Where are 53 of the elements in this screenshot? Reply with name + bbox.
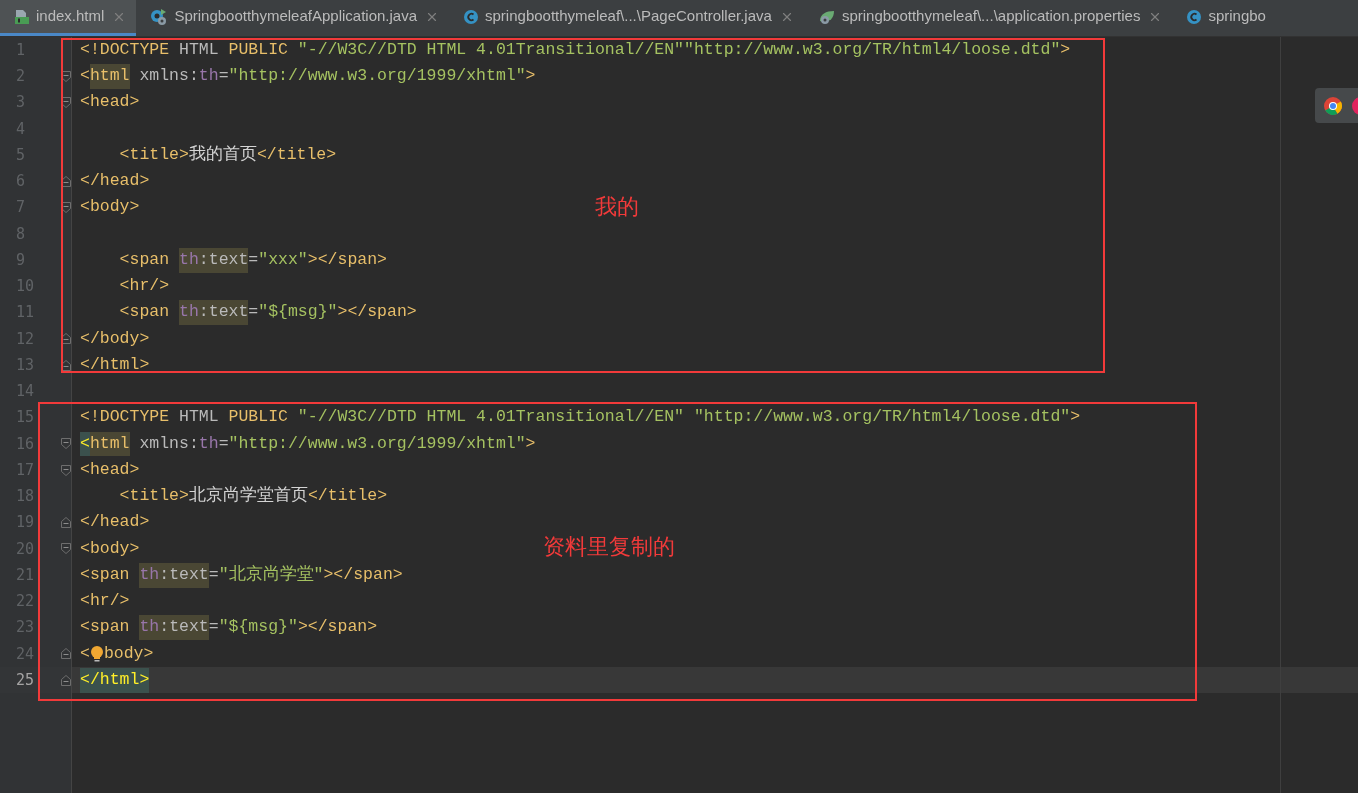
code-line: <span th:text="${msg}"></span> xyxy=(80,615,378,640)
tab-label: index.html xyxy=(36,6,105,27)
code-line: </body> xyxy=(80,327,150,350)
code-line: <head> xyxy=(80,458,140,481)
fold-icon[interactable] xyxy=(61,517,71,529)
annotation-label: 资料里复制的 xyxy=(543,533,675,561)
tab-label: springbootthymeleaf\...\application.properties xyxy=(841,6,1141,27)
class-gear-icon xyxy=(150,7,169,26)
file-tab[interactable]: springbo xyxy=(1172,0,1276,36)
file-tab[interactable]: springbootthymeleaf\...\PageController.java xyxy=(449,0,804,36)
tab-label: springbootthymeleaf\...\PageController.java xyxy=(485,6,772,27)
file-tab[interactable]: index.html xyxy=(0,0,137,36)
fold-icon[interactable] xyxy=(61,359,71,371)
code-line: < body> xyxy=(80,642,154,665)
code-line: <span th:text="北京尚学堂"></span> xyxy=(80,562,403,588)
code-line: </head> xyxy=(80,511,150,534)
code-line: <body> xyxy=(80,537,140,560)
html-file-icon xyxy=(14,8,30,25)
line-number: 25 xyxy=(15,669,36,691)
fold-icon[interactable] xyxy=(61,333,71,345)
fold-icon[interactable] xyxy=(61,175,71,187)
code-line: <html xmlns:th="http://www.w3.org/1999/xhtml"> xyxy=(80,64,536,89)
lightbulb-icon[interactable] xyxy=(89,644,104,663)
class-icon xyxy=(463,8,480,25)
code-line: <!DOCTYPE HTML PUBLIC "-//W3C//DTD HTML 4.01Transitional//EN""http://www.w3.org/TR/html4/loose.dtd"> xyxy=(80,38,1071,61)
code-line: </head> xyxy=(80,170,150,192)
browser-icon[interactable] xyxy=(1324,96,1342,115)
fold-icon[interactable] xyxy=(61,70,71,82)
code-line: <span th:text="${msg}"></span> xyxy=(80,300,417,325)
fold-icon[interactable] xyxy=(61,648,71,660)
fold-icon[interactable] xyxy=(61,97,71,109)
fold-icon[interactable] xyxy=(61,464,71,476)
fold-icon[interactable] xyxy=(61,674,71,686)
code-line: <title>北京尚学堂首页</title> xyxy=(118,485,388,507)
tab-label: springbo xyxy=(1208,6,1266,27)
file-tab[interactable]: SpringbootthymeleafApplication.java xyxy=(136,0,450,36)
annotation-label: 我的 xyxy=(595,193,639,221)
code-line: <hr/> xyxy=(118,275,170,297)
code-line: <span th:text="xxx"></span> xyxy=(80,247,387,273)
file-tab[interactable]: springbootthymeleaf\...\application.properties xyxy=(803,0,1173,36)
code-line: <body> xyxy=(80,196,140,219)
code-line: <!DOCTYPE HTML PUBLIC "-//W3C//DTD HTML 4.01Transitional//EN" "http://www.w3.org/TR/html4/loose.dtd"> xyxy=(80,406,1081,429)
code-line: <hr/> xyxy=(80,590,130,612)
fold-icon[interactable] xyxy=(61,543,71,555)
class-icon xyxy=(1186,8,1203,25)
tab-label: SpringbootthymeleafApplication.java xyxy=(174,6,418,27)
code-line: </html> xyxy=(80,353,150,376)
code-line: <head> xyxy=(80,91,140,114)
fold-icon[interactable] xyxy=(61,438,71,450)
code-line: <html xmlns:th="http://www.w3.org/1999/xhtml"> xyxy=(80,431,536,457)
leaf-gear-icon xyxy=(817,8,836,25)
code-line: <title>我的首页</title> xyxy=(118,143,337,166)
fold-icon[interactable] xyxy=(61,202,71,214)
